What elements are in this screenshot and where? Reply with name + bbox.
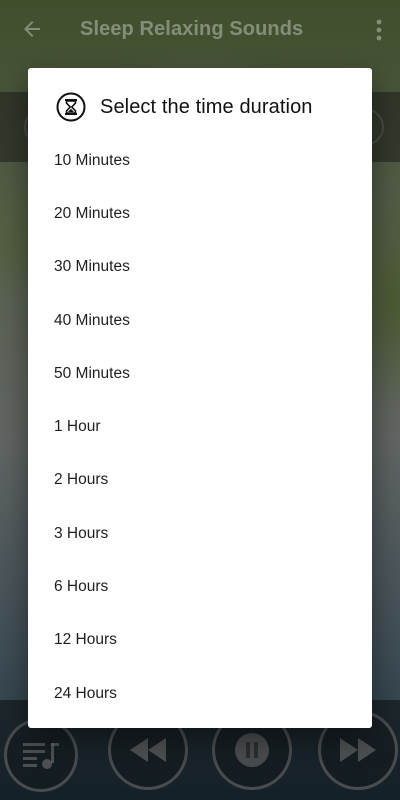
duration-option-3-hours[interactable]: 3 Hours: [28, 507, 372, 560]
duration-option-6-hours[interactable]: 6 Hours: [28, 560, 372, 613]
duration-option-1-hour[interactable]: 1 Hour: [28, 400, 372, 453]
duration-option-2-hours[interactable]: 2 Hours: [28, 454, 372, 507]
hourglass-icon: [56, 92, 86, 122]
time-duration-dialog: Select the time duration 10 Minutes 20 M…: [28, 68, 372, 728]
duration-options-list: 10 Minutes 20 Minutes 30 Minutes 40 Minu…: [28, 134, 372, 720]
duration-option-20-minutes[interactable]: 20 Minutes: [28, 187, 372, 240]
app-title: Sleep Relaxing Sounds: [80, 17, 304, 40]
duration-option-50-minutes[interactable]: 50 Minutes: [28, 347, 372, 400]
arrow-left-icon[interactable]: [20, 17, 44, 41]
app-bar: Sleep Relaxing Sounds: [0, 0, 400, 58]
app-screen: Sleep Relaxing Sounds Select the time du…: [0, 0, 400, 800]
duration-option-12-hours[interactable]: 12 Hours: [28, 614, 372, 667]
more-vert-icon[interactable]: [376, 19, 382, 41]
duration-option-30-minutes[interactable]: 30 Minutes: [28, 241, 372, 294]
duration-option-10-minutes[interactable]: 10 Minutes: [28, 134, 372, 187]
dialog-title: Select the time duration: [100, 95, 313, 118]
duration-option-24-hours[interactable]: 24 Hours: [28, 667, 372, 720]
duration-option-40-minutes[interactable]: 40 Minutes: [28, 294, 372, 347]
